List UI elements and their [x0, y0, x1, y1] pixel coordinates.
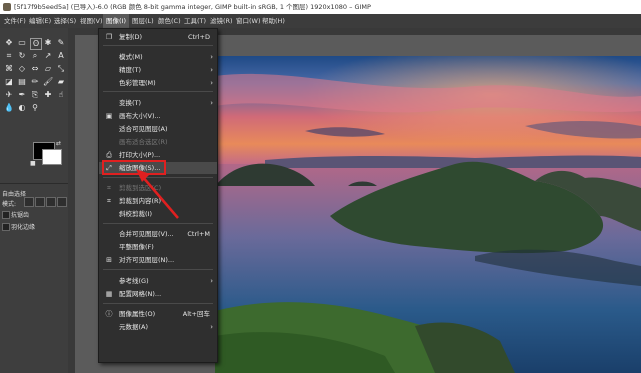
annotation-arrow-icon — [136, 169, 179, 219]
